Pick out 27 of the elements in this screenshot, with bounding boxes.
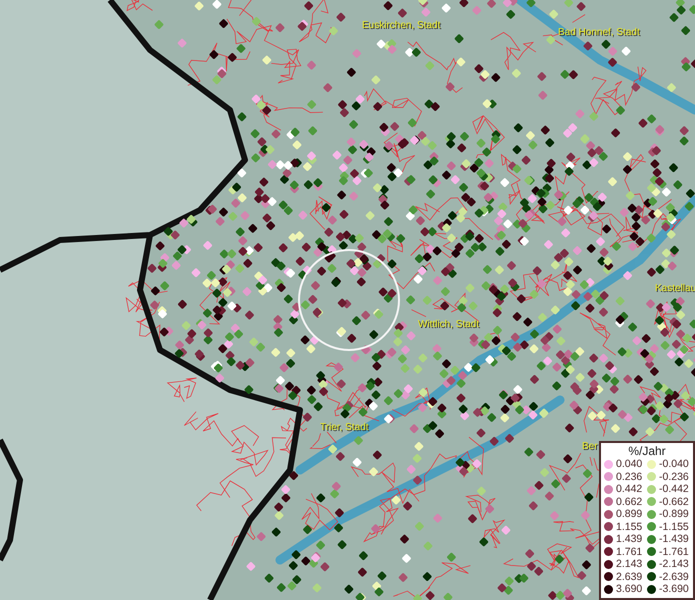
legend-label: -0.040 xyxy=(659,458,689,470)
legend-label: 1.155 xyxy=(616,520,642,533)
legend-label: 0.899 xyxy=(616,508,642,520)
place-label: Wittlich, Stadt xyxy=(418,319,480,331)
legend-label: -1.155 xyxy=(659,520,689,533)
legend-label: 0.662 xyxy=(616,496,642,508)
legend-label: 2.143 xyxy=(616,558,642,570)
legend-label: 0.442 xyxy=(616,483,642,496)
legend-label: -0.662 xyxy=(659,496,689,508)
legend-label: -1.761 xyxy=(659,546,689,558)
place-label: Euskirchen, Stadt xyxy=(362,20,440,32)
place-label: Ber xyxy=(582,441,598,453)
place-label: Bad Honnef, Stadt xyxy=(558,27,640,39)
legend-label: 1.761 xyxy=(616,546,642,558)
legend-label: -0.899 xyxy=(659,508,689,520)
legend-label: -0.236 xyxy=(659,470,689,483)
legend-label: -2.639 xyxy=(659,570,689,583)
legend-label: -2.143 xyxy=(659,558,689,570)
legend-label: -1.439 xyxy=(659,533,689,546)
legend-label: 0.236 xyxy=(616,470,642,483)
legend-title: %/Jahr xyxy=(627,444,667,458)
legend-label: 1.439 xyxy=(616,533,642,546)
legend-label: 0.040 xyxy=(616,458,642,470)
legend-label: 3.690 xyxy=(616,583,642,596)
legend-label: -3.690 xyxy=(659,583,689,596)
legend-label: -0.442 xyxy=(659,483,689,496)
legend-label: 2.639 xyxy=(616,570,642,583)
